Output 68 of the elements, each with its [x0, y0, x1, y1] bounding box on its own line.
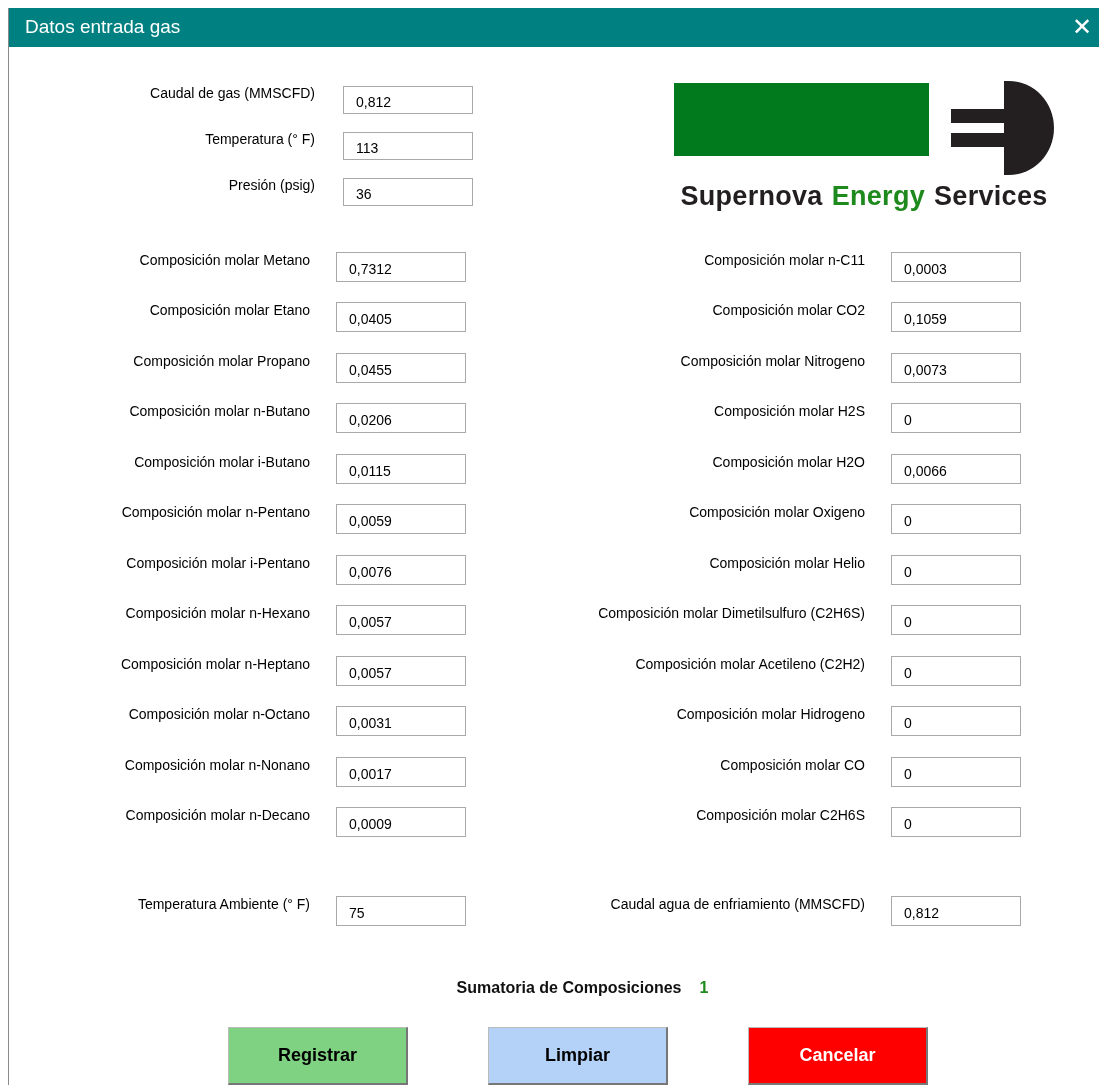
field-label: Composición molar Hidrogeno: [675, 705, 865, 722]
field-label: Composición molar n-Pentano: [120, 503, 310, 520]
sum-value: 1: [699, 979, 709, 997]
input-field[interactable]: 0,0073: [891, 352, 1021, 383]
field-label: Composición molar Oxigeno: [688, 503, 865, 520]
field-label: Temperatura (° F): [204, 129, 315, 147]
field-label: Composición molar Metano: [138, 250, 310, 268]
input-field[interactable]: 0,812: [343, 85, 473, 114]
field-label: Composición molar Nitrogeno: [679, 351, 865, 369]
input-field[interactable]: 0,0076: [336, 554, 466, 585]
input-field[interactable]: 0,0115: [336, 453, 466, 484]
input-field[interactable]: 0,0206: [336, 403, 466, 433]
input-field[interactable]: 0: [891, 403, 1021, 433]
field-label: Composición molar n-Hexano: [124, 604, 310, 621]
input-field[interactable]: 0,0003: [891, 251, 1021, 282]
action-button[interactable]: Limpiar: [488, 1027, 668, 1085]
field-label: Composición molar n-Butano: [128, 402, 310, 419]
input-field[interactable]: 0: [891, 605, 1021, 635]
input-field[interactable]: 36: [343, 177, 473, 206]
field-label: Presión (psig): [227, 175, 315, 193]
field-label: Composición molar Propano: [132, 351, 310, 369]
logo-text: Energy: [831, 180, 926, 212]
logo-text: Services: [934, 180, 1048, 212]
field-label: Composición molar H2O: [711, 452, 865, 470]
close-button[interactable]: ✕: [1068, 13, 1096, 42]
input-field[interactable]: 113: [343, 131, 473, 160]
input-field[interactable]: 0: [891, 554, 1021, 585]
field-label: Composición molar i-Butano: [133, 452, 310, 470]
input-field[interactable]: 0,7312: [336, 251, 466, 282]
window-title: Datos entrada gas: [25, 16, 181, 39]
input-field[interactable]: 0,0057: [336, 605, 466, 635]
field-label: Composición molar Etano: [148, 301, 310, 318]
input-field[interactable]: 0,0057: [336, 655, 466, 686]
input-field[interactable]: 0,0455: [336, 352, 466, 383]
field-label: Composición molar n-Nonano: [123, 755, 310, 773]
input-field[interactable]: 0: [891, 807, 1021, 837]
field-label: Composición molar Dimetilsulfuro (C2H6S): [597, 604, 865, 621]
field-label: Caudal de gas (MMSCFD): [149, 83, 315, 101]
field-label: Composición molar CO2: [711, 301, 865, 318]
field-label: Composición molar i-Pentano: [125, 553, 310, 571]
field-label: Temperatura Ambiente (° F): [136, 895, 310, 912]
input-field[interactable]: 0,1059: [891, 302, 1021, 332]
input-field[interactable]: 0: [891, 655, 1021, 686]
input-field[interactable]: 0: [891, 706, 1021, 736]
input-field[interactable]: 0: [891, 504, 1021, 534]
input-field[interactable]: 0,812: [891, 896, 1021, 926]
input-field[interactable]: 0,0405: [336, 302, 466, 332]
input-field[interactable]: 0,0066: [891, 453, 1021, 484]
field-label: Composición molar CO: [719, 755, 865, 773]
input-field[interactable]: 0: [891, 756, 1021, 787]
logo-text: Supernova: [680, 180, 823, 212]
field-label: Composición molar n-Decano: [124, 806, 310, 823]
field-label: Caudal agua de enfriamiento (MMSCFD): [609, 895, 865, 912]
field-label: Composición molar Acetileno (C2H2): [634, 654, 865, 672]
field-label: Composición molar n-Octano: [127, 705, 310, 722]
input-field[interactable]: 75: [336, 896, 466, 926]
input-field[interactable]: 0,0031: [336, 706, 466, 736]
field-label: Composición molar n-C11: [703, 250, 865, 268]
sum-label: Sumatoria de Composiciones: [456, 979, 682, 997]
action-button[interactable]: Cancelar: [748, 1027, 928, 1085]
field-label: Composición molar Helio: [708, 553, 865, 571]
field-label: Composición molar C2H6S: [695, 806, 865, 823]
field-label: Composición molar n-Heptano: [119, 654, 310, 672]
action-button[interactable]: Registrar: [228, 1027, 408, 1085]
input-field[interactable]: 0,0017: [336, 756, 466, 787]
input-field[interactable]: 0,0059: [336, 504, 466, 534]
field-label: Composición molar H2S: [713, 402, 865, 419]
input-field[interactable]: 0,0009: [336, 807, 466, 837]
